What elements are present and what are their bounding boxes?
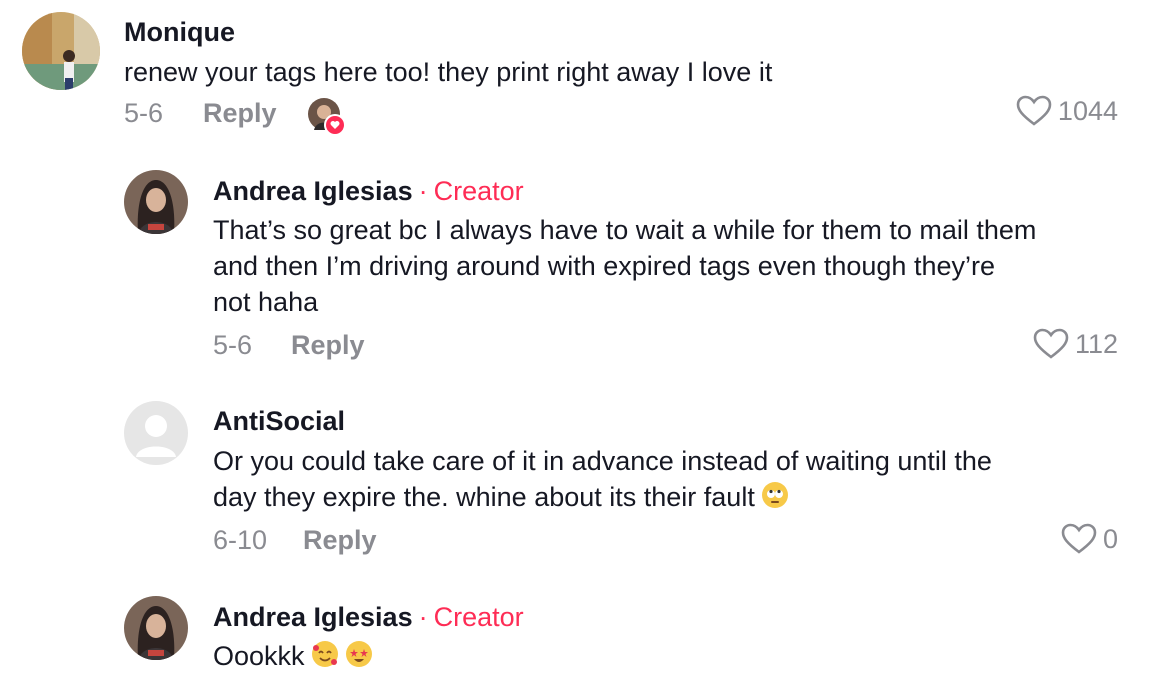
comment-text: renew your tags here too! they print rig… [124,57,773,87]
reply-button[interactable]: Reply [203,98,277,129]
comment-antisocial: AntiSocial Or you could take care of it … [0,395,1156,575]
author-name: Andrea Iglesias [213,602,413,632]
like-count: 0 [1102,523,1118,554]
comment-text: Or you could take care of it in advance … [213,443,992,515]
like-button[interactable]: 112 [1033,328,1118,360]
avatar[interactable] [124,401,188,465]
comment-line: That’s so great bc I always have to wait… [213,215,1037,245]
creator-badge: Creator [433,176,524,206]
avatar[interactable] [124,596,188,660]
avatar-photo-woman-icon [124,170,188,234]
heart-outline-icon [1033,328,1069,359]
comment-date: 5-6 [124,98,164,128]
avatar[interactable] [124,170,188,234]
comment-text: That’s so great bc I always have to wait… [213,212,1036,320]
comment-date: 6-10 [213,525,268,555]
creator-badge: Creator [433,602,524,632]
avatar-photo-canal-icon [22,12,100,90]
comment-date: 5-6 [213,330,253,360]
star-struck-emoji-icon [345,641,372,667]
heart-outline-icon [1016,95,1052,126]
comment-author[interactable]: Monique [124,17,235,48]
comment-andrea-second: Andrea Iglesias · Creator Oookkk [0,586,1156,684]
separator-dot: · [418,602,428,632]
comment-line: day they expire the. whine about its the… [213,479,992,515]
comment-author[interactable]: AntiSocial [213,406,345,437]
comment-author[interactable]: Andrea Iglesias · Creator [213,176,524,207]
like-count: 1044 [1057,95,1118,126]
like-button[interactable]: 0 [1061,523,1118,555]
separator-dot: · [418,176,428,206]
reply-button[interactable]: Reply [303,525,377,556]
comment-monique: Monique renew your tags here too! they p… [0,0,1156,150]
face-with-rolling-eyes-emoji-icon [762,482,789,508]
comment-line: not haha [213,287,319,317]
heart-icon [324,114,346,136]
comment-author[interactable]: Andrea Iglesias · Creator [213,602,524,633]
default-avatar-icon [136,415,176,457]
like-count: 112 [1074,328,1118,359]
comment-andrea-reply: Andrea Iglesias · Creator That’s so great … [0,160,1156,380]
reply-button[interactable]: Reply [291,330,365,361]
heart-outline-icon [1061,523,1097,554]
comment-line: and then I’m driving around with expired… [213,251,995,281]
smiling-face-with-hearts-emoji-icon [312,641,339,667]
avatar[interactable] [22,12,100,90]
like-button[interactable]: 1044 [1016,95,1118,127]
comment-line: Or you could take care of it in advance … [213,446,992,476]
creator-liked-avatar [308,98,346,136]
author-name: Andrea Iglesias [213,176,413,206]
avatar-photo-woman-icon [124,596,188,660]
comment-text: Oookkk [213,638,372,674]
